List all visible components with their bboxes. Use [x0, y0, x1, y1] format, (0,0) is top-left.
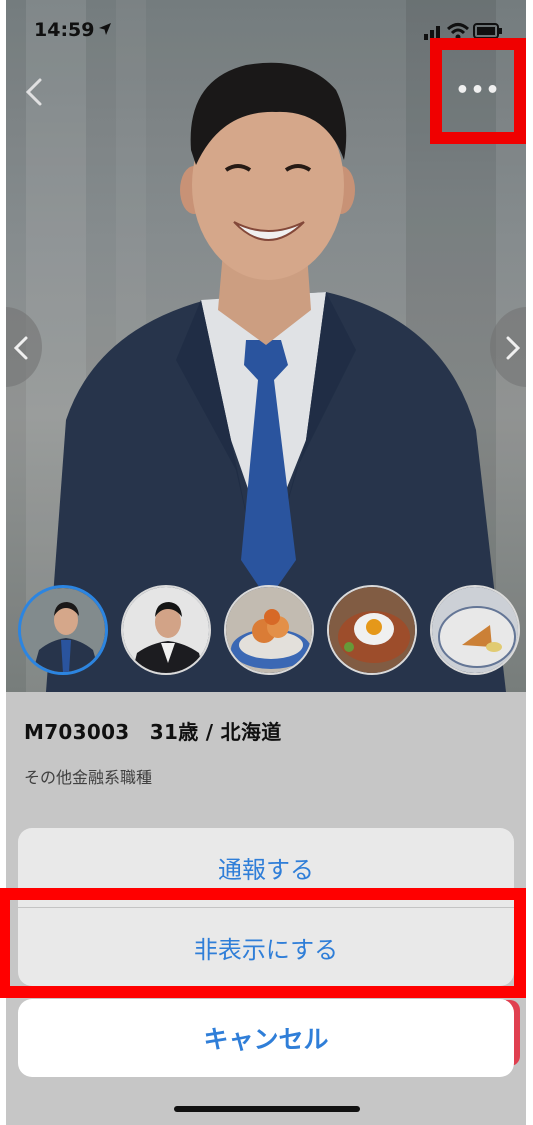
- cancel-button[interactable]: キャンセル: [18, 999, 514, 1077]
- hide-button-highlight: [0, 888, 526, 998]
- home-indicator: [174, 1106, 360, 1112]
